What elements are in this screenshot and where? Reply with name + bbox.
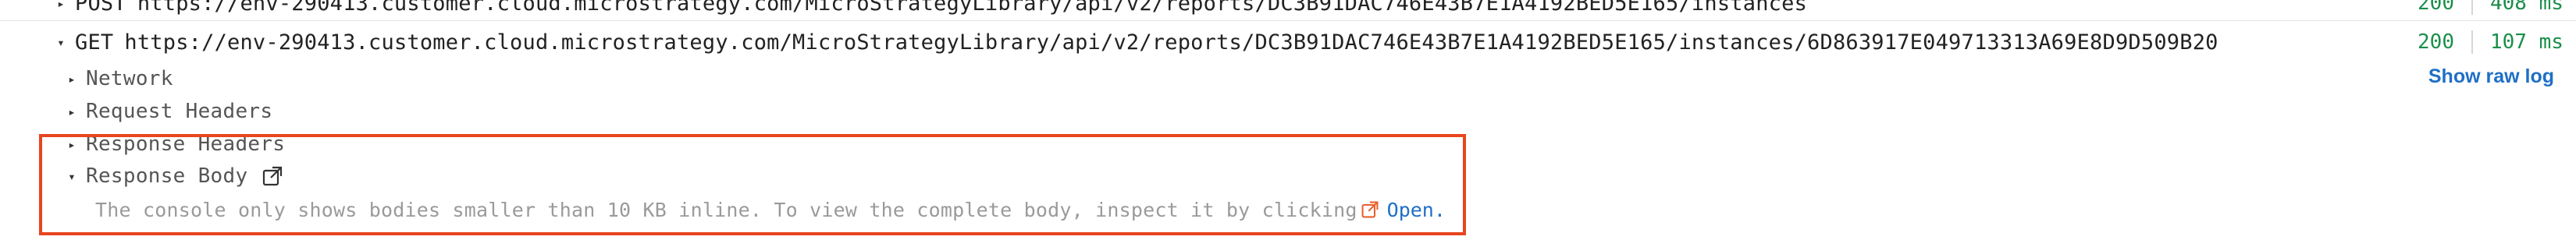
row-divider [0, 20, 2576, 21]
status-code: 200 [2418, 0, 2454, 15]
section-label: Request Headers [86, 100, 273, 123]
section-network[interactable]: ▸ Network [0, 64, 2576, 94]
request-status: 200 408 ms [2392, 0, 2576, 17]
request-method: GET [75, 30, 114, 55]
request-method: POST [75, 0, 126, 16]
status-code: 200 [2418, 30, 2454, 54]
request-url: https://env-290413.customer.cloud.micros… [137, 0, 1808, 16]
external-link-icon[interactable] [1361, 200, 1379, 219]
caret-down-icon[interactable]: ▾ [66, 169, 78, 184]
section-label: Response Body [86, 164, 248, 188]
section-label: Network [86, 67, 173, 90]
external-link-icon[interactable] [262, 165, 283, 187]
caret-right-icon[interactable]: ▸ [66, 137, 78, 152]
status-separator [2471, 0, 2473, 15]
caret-down-icon[interactable]: ▾ [55, 35, 67, 50]
note-text: The console only shows bodies smaller th… [95, 198, 1357, 221]
request-status: 200 107 ms [2392, 26, 2576, 58]
section-request-headers[interactable]: ▸ Request Headers [0, 97, 2576, 126]
section-label: Response Headers [86, 132, 286, 156]
request-url: https://env-290413.customer.cloud.micros… [124, 30, 2218, 55]
request-row-post[interactable]: ▸ POST https://env-290413.customer.cloud… [0, 0, 2576, 17]
response-time: 408 ms [2490, 0, 2564, 15]
status-separator [2471, 30, 2473, 54]
section-response-body[interactable]: ▾ Response Body [0, 161, 2576, 192]
response-body-note: The console only shows bodies smaller th… [0, 195, 2576, 224]
caret-right-icon[interactable]: ▸ [66, 104, 78, 119]
caret-right-icon[interactable]: ▸ [66, 72, 78, 86]
section-response-headers[interactable]: ▸ Response Headers [0, 129, 2576, 159]
request-row-get[interactable]: ▾ GET https://env-290413.customer.cloud.… [0, 26, 2576, 58]
open-link[interactable]: Open. [1387, 199, 1446, 221]
response-time: 107 ms [2490, 30, 2564, 54]
caret-right-icon[interactable]: ▸ [55, 0, 67, 11]
